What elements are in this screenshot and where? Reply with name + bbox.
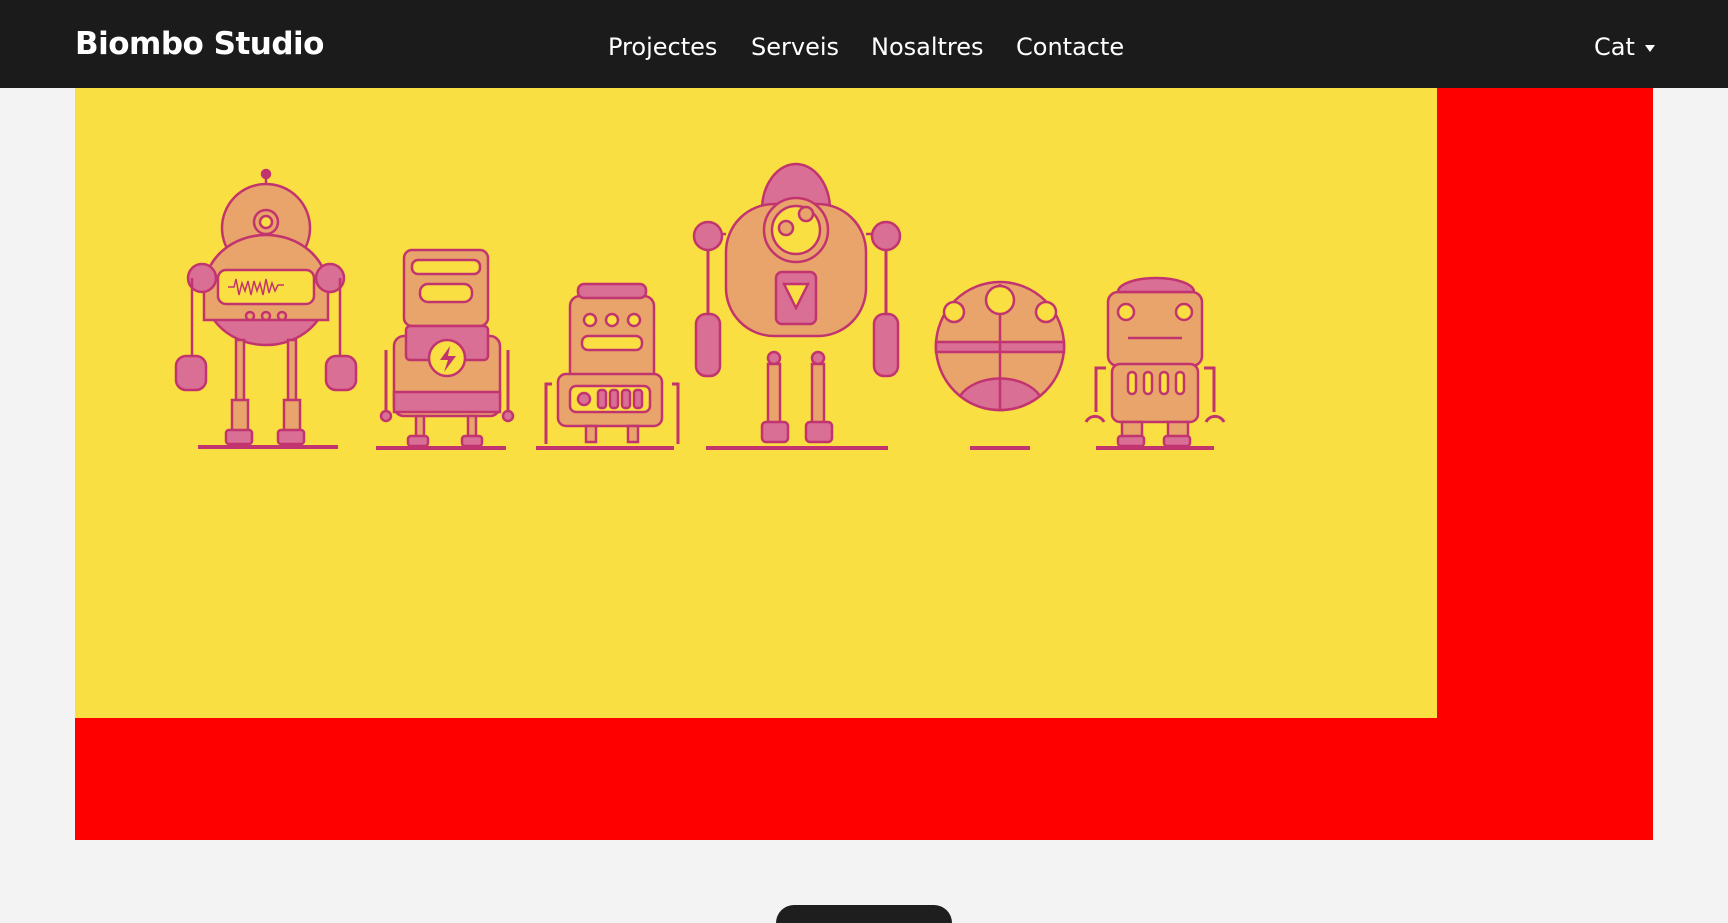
language-selector[interactable]: Cat [1594, 33, 1655, 61]
small-robot [1084, 276, 1226, 450]
ball-robot [934, 280, 1066, 450]
radio-robot [174, 168, 358, 449]
nav-link-serveis[interactable]: Serveis [751, 33, 839, 61]
main-nav: Projectes Serveis Nosaltres Contacte [0, 33, 1728, 63]
nav-link-nosaltres[interactable]: Nosaltres [871, 33, 984, 61]
language-label: Cat [1594, 33, 1635, 61]
nav-link-contacte[interactable]: Contacte [1016, 33, 1124, 61]
floating-toolbar[interactable] [776, 905, 952, 923]
nav-link-projectes[interactable]: Projectes [608, 33, 717, 61]
battery-robot [376, 248, 515, 450]
robots-illustration [174, 162, 1226, 450]
caret-down-icon [1644, 45, 1655, 52]
top-navbar: Biombo Studio Projectes Serveis Nosaltre… [0, 0, 1728, 88]
box-robot [536, 282, 680, 450]
tall-robot [692, 162, 902, 450]
